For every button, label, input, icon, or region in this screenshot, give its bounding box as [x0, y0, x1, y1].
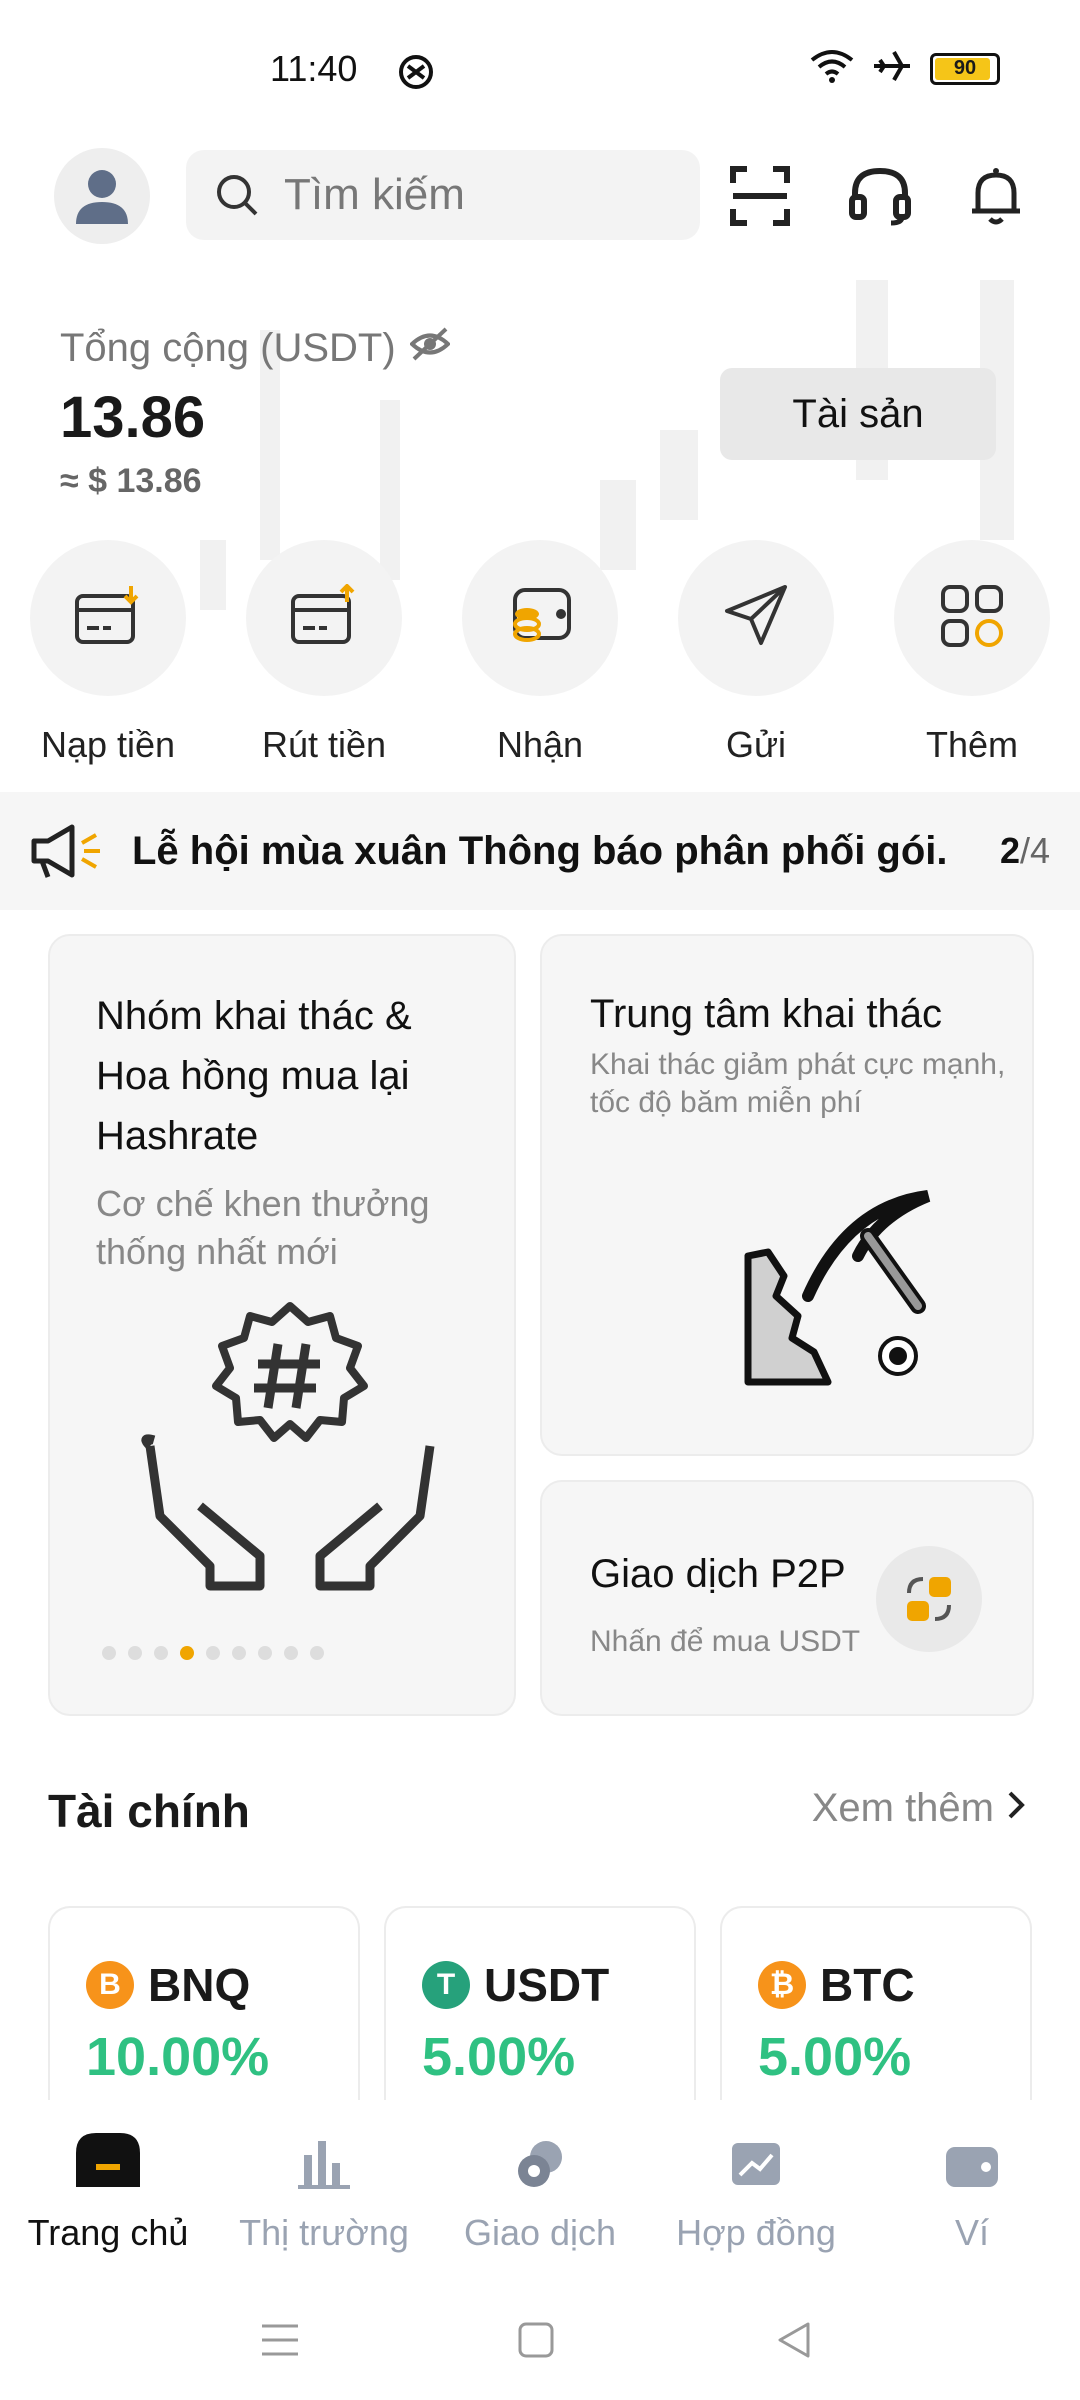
- mining-pool-subtitle: Cơ chế khen thưởng thống nhất mới: [96, 1183, 430, 1272]
- bar-chart-icon: [296, 2137, 352, 2196]
- finance-rate: 5.00%: [422, 2027, 576, 2087]
- contract-chart-icon: [728, 2137, 784, 2196]
- search-icon: [214, 172, 260, 218]
- announcement-pager: 2/4: [999, 830, 1050, 871]
- total-balance-label: Tổng cộng (USDT): [60, 326, 451, 371]
- carousel-dot[interactable]: [154, 1646, 168, 1660]
- airplane-icon: [872, 48, 912, 89]
- announcement-text: Lễ hội mùa xuân Thông báo phân phối gói.: [132, 828, 948, 873]
- chevron-right-icon: [1006, 1786, 1026, 1831]
- mining-center-subtitle: Khai thác giảm phát cực mạnh, tốc độ băm…: [590, 1048, 1006, 1119]
- bnq-coin-icon: B: [86, 1961, 134, 2009]
- pickaxe-rock-icon: [728, 1176, 958, 1411]
- megaphone-icon: [28, 821, 104, 881]
- p2p-exchange-icon: [876, 1546, 982, 1652]
- receive-wallet-icon: [505, 584, 575, 653]
- carousel-dot[interactable]: [102, 1646, 116, 1660]
- finance-rate: 10.00%: [86, 2027, 270, 2087]
- nav-market[interactable]: Thị trường: [216, 2130, 432, 2254]
- nav-wallet[interactable]: Ví: [864, 2130, 1080, 2254]
- mining-center-title: Trung tâm khai thác: [590, 992, 943, 1036]
- usdt-coin-icon: T: [422, 1961, 470, 2009]
- carousel-dot[interactable]: [206, 1646, 220, 1660]
- withdraw-button[interactable]: Rút tiền: [244, 540, 404, 766]
- mining-pool-card[interactable]: Nhóm khai thác & Hoa hồng mua lại Hashra…: [48, 934, 516, 1716]
- deposit-button[interactable]: Nạp tiền: [28, 540, 188, 766]
- nav-contract[interactable]: Hợp đồng: [648, 2130, 864, 2254]
- announcement-bar[interactable]: Lễ hội mùa xuân Thông báo phân phối gói.…: [0, 792, 1080, 910]
- search-placeholder: Tìm kiếm: [284, 170, 465, 219]
- withdraw-icon: [289, 582, 359, 653]
- finance-section-title: Tài chính: [48, 1785, 250, 1837]
- carousel-dot[interactable]: [284, 1646, 298, 1660]
- system-back-icon[interactable]: [764, 2310, 824, 2370]
- grid-more-icon: [937, 581, 1007, 656]
- carousel-dot[interactable]: [232, 1646, 246, 1660]
- receive-button[interactable]: Nhận: [460, 540, 620, 766]
- carousel-dot[interactable]: [258, 1646, 272, 1660]
- finance-card-bnq[interactable]: B BNQ 10.00%: [48, 1906, 360, 2108]
- deposit-icon: [73, 584, 143, 653]
- p2p-card[interactable]: Giao dịch P2P Nhấn để mua USDT: [540, 1480, 1034, 1716]
- p2p-title: Giao dịch P2P: [590, 1552, 846, 1596]
- vpn-icon: [396, 52, 436, 97]
- finance-see-more-link[interactable]: Xem thêm: [812, 1786, 1026, 1831]
- total-balance-usd: ≈ $ 13.86: [60, 462, 202, 500]
- finance-card-usdt[interactable]: T USDT 5.00%: [384, 1906, 696, 2108]
- status-time: 11:40: [270, 48, 358, 89]
- finance-card-btc[interactable]: ₿ BTC 5.00%: [720, 1906, 1032, 2108]
- wifi-icon: [810, 48, 854, 89]
- wallet-icon: [944, 2141, 1000, 2196]
- status-icons: 90: [810, 48, 1000, 89]
- send-paper-plane-icon: [721, 581, 791, 656]
- total-balance-value: 13.86: [60, 385, 206, 450]
- notification-bell-icon[interactable]: [956, 156, 1036, 236]
- carousel-dot[interactable]: [128, 1646, 142, 1660]
- mining-center-card[interactable]: Trung tâm khai thác Khai thác giảm phát …: [540, 934, 1034, 1456]
- carousel-dots: [102, 1646, 324, 1660]
- reward-hands-hashtag-icon: [130, 1296, 450, 1611]
- nav-trade[interactable]: Giao dịch: [432, 2130, 648, 2254]
- assets-button[interactable]: Tài sản: [720, 368, 996, 460]
- p2p-subtitle: Nhấn để mua USDT: [590, 1625, 861, 1658]
- mining-pool-title: Nhóm khai thác & Hoa hồng mua lại Hashra…: [96, 994, 412, 1158]
- more-button[interactable]: Thêm: [892, 540, 1052, 766]
- send-button[interactable]: Gửi: [676, 540, 836, 766]
- trade-coins-icon: [512, 2137, 568, 2196]
- system-home-icon[interactable]: [506, 2310, 566, 2370]
- nav-home[interactable]: Trang chủ: [0, 2130, 216, 2254]
- home-icon: [72, 2129, 144, 2196]
- system-menu-icon[interactable]: [250, 2310, 310, 2370]
- avatar[interactable]: [54, 148, 150, 244]
- support-headset-icon[interactable]: [840, 156, 920, 236]
- scan-icon[interactable]: [720, 156, 800, 236]
- search-input[interactable]: Tìm kiếm: [186, 150, 700, 240]
- finance-rate: 5.00%: [758, 2027, 912, 2087]
- carousel-dot[interactable]: [180, 1646, 194, 1660]
- eye-hidden-icon[interactable]: [408, 326, 451, 371]
- battery-icon: 90: [930, 52, 1000, 85]
- carousel-dot[interactable]: [310, 1646, 324, 1660]
- btc-coin-icon: ₿: [758, 1961, 806, 2009]
